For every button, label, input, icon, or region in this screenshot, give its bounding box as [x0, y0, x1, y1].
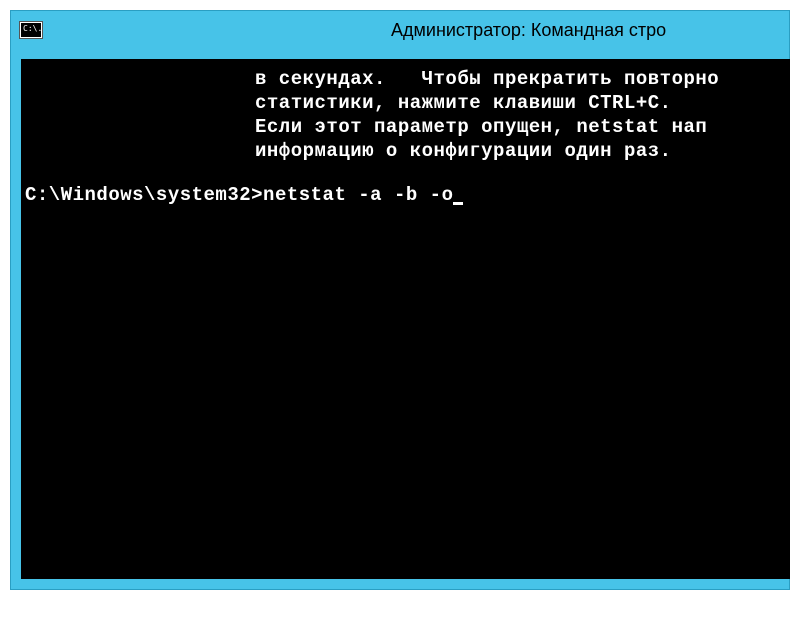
prompt-line: C:\Windows\system32>netstat -a -b -o — [25, 183, 786, 207]
titlebar[interactable]: C:\. Администратор: Командная стро — [11, 11, 789, 49]
cmd-icon-text: C:\. — [23, 24, 42, 33]
console-line: статистики, нажмите клавиши CTRL+C. — [25, 91, 786, 115]
command-prompt-window: C:\. Администратор: Командная стро в сек… — [10, 10, 790, 590]
prompt-text: C:\Windows\system32> — [25, 184, 263, 206]
window-title: Администратор: Командная стро — [391, 20, 666, 41]
cmd-icon: C:\. — [19, 21, 43, 39]
console-line: Если этот параметр опущен, netstat нап — [25, 115, 786, 139]
cursor — [453, 202, 463, 205]
console-output[interactable]: в секундах. Чтобы прекратить повторно ст… — [21, 59, 790, 579]
command-text: netstat -a -b -o — [263, 184, 453, 206]
console-line: информацию о конфигурации один раз. — [25, 139, 786, 163]
console-line: в секундах. Чтобы прекратить повторно — [25, 67, 786, 91]
